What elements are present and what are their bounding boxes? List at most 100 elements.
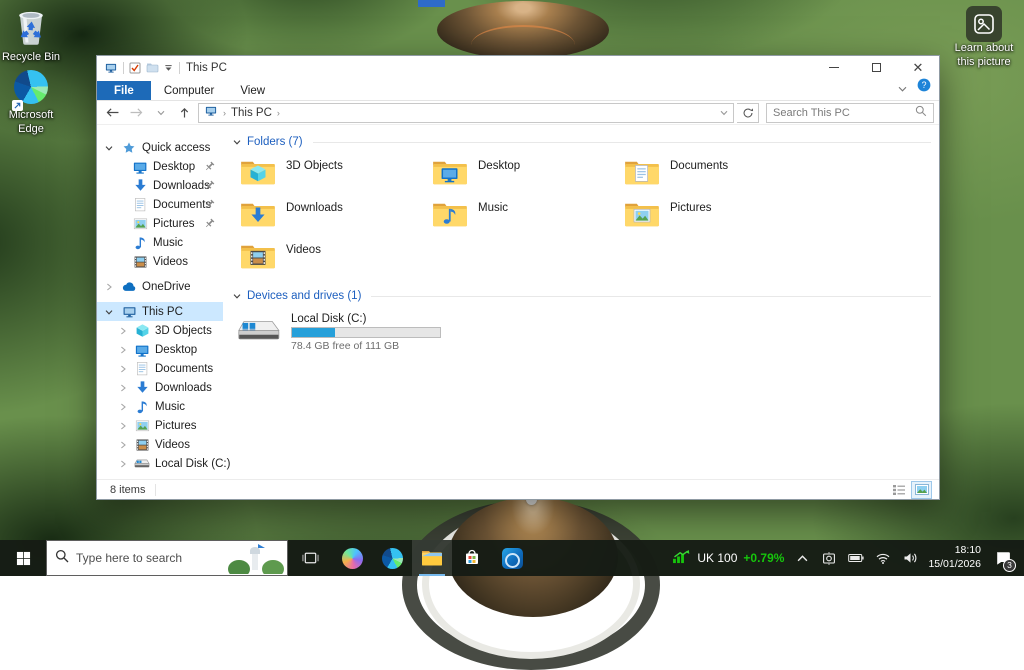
taskbar-app-outlook[interactable] [492, 540, 532, 576]
group-divider [313, 142, 931, 143]
search-icon [915, 104, 927, 122]
start-button[interactable] [0, 540, 46, 576]
taskbar-search-box[interactable] [46, 540, 288, 576]
tab-computer[interactable]: Computer [151, 81, 228, 100]
drive-tile-local-disk-c[interactable]: Local Disk (C:)78.4 GB free of 111 GB [237, 313, 931, 352]
sidebar-item-quick-access[interactable]: Quick access [97, 138, 223, 157]
sidebar-item-onedrive[interactable]: OneDrive [97, 277, 223, 296]
qat-customize-button[interactable] [164, 64, 173, 72]
chevron-right-icon[interactable] [118, 346, 128, 354]
sidebar-item-label: Documents [155, 363, 213, 375]
breadcrumb-location[interactable]: This PC [231, 107, 272, 119]
qat-new-folder-button[interactable] [146, 62, 159, 73]
folder-tile-3d-objects[interactable]: 3D Objects [239, 157, 431, 199]
minimize-button[interactable] [813, 56, 855, 79]
sidebar-item-this-pc[interactable]: This PC [97, 302, 223, 321]
sidebar-item-label: Desktop [153, 161, 195, 173]
sidebar-item-3d-objects[interactable]: 3D Objects [97, 321, 223, 340]
explorer-search-box[interactable] [766, 103, 934, 123]
close-button[interactable]: ✕ [897, 56, 939, 79]
back-button[interactable] [102, 103, 123, 123]
breadcrumb-chevron-icon[interactable]: › [277, 108, 280, 118]
taskbar-app-file-explorer[interactable] [412, 540, 452, 576]
sidebar-item-documents[interactable]: Documents [97, 359, 223, 378]
folder-tile-music[interactable]: Music [431, 199, 623, 241]
desktop-icon-microsoft-edge[interactable]: Microsoft Edge [0, 70, 64, 136]
group-header-folders-7[interactable]: Folders (7) [233, 133, 931, 151]
folder-tile-videos[interactable]: Videos [239, 241, 431, 283]
sidebar-item-videos[interactable]: Videos [97, 435, 223, 454]
learn-about-picture-button[interactable]: Learn about this picture [948, 6, 1020, 70]
help-icon[interactable]: ? [917, 78, 931, 97]
connect-device-icon[interactable] [820, 540, 838, 576]
window-titlebar[interactable]: This PC ✕ [97, 56, 939, 79]
folder-tile-downloads[interactable]: Downloads [239, 199, 431, 241]
sidebar-item-desktop[interactable]: Desktop [97, 340, 223, 359]
tab-file[interactable]: File [97, 81, 151, 100]
learn-about-label: Learn about this picture [948, 42, 1020, 70]
qat-this-pc-small-button[interactable] [104, 62, 118, 74]
stock-ticker-widget[interactable]: UK 100 +0.79% [672, 549, 784, 567]
wifi-icon[interactable] [874, 540, 892, 576]
hidden-icons-chevron[interactable] [793, 540, 811, 576]
taskbar-app-edge[interactable] [372, 540, 412, 576]
taskbar-app-store[interactable] [452, 540, 492, 576]
expand-ribbon-icon[interactable] [898, 79, 907, 97]
chevron-right-icon[interactable] [118, 422, 128, 430]
chevron-down-icon[interactable] [104, 308, 114, 316]
taskbar-app-copilot[interactable] [332, 540, 372, 576]
address-dropdown-icon[interactable] [720, 107, 728, 119]
maximize-icon [872, 63, 881, 72]
explorer-search-input[interactable] [773, 107, 915, 119]
recent-locations-dropdown[interactable] [150, 103, 171, 123]
folder-desktop-icon [431, 157, 469, 192]
forward-button[interactable] [126, 103, 147, 123]
sidebar-item-downloads[interactable]: Downloads [97, 378, 223, 397]
sidebar-item-pictures[interactable]: Pictures [97, 416, 223, 435]
sidebar-item-local-disk-c[interactable]: Local Disk (C:) [97, 454, 223, 473]
up-button[interactable] [174, 103, 195, 123]
task-view-button[interactable] [288, 540, 332, 576]
refresh-button[interactable] [737, 103, 759, 123]
qat-properties-button[interactable] [129, 62, 141, 74]
chevron-right-icon[interactable] [118, 441, 128, 449]
sidebar-item-pictures[interactable]: Pictures [97, 214, 223, 233]
sidebar-item-downloads[interactable]: Downloads [97, 176, 223, 195]
group-header-devices-and-drives-1[interactable]: Devices and drives (1) [233, 287, 931, 305]
details-view-button[interactable] [889, 482, 908, 498]
chevron-right-icon[interactable] [104, 283, 114, 291]
wallpaper-thatched-roof-top [437, 1, 609, 59]
address-bar[interactable]: › This PC › [198, 103, 734, 123]
sidebar-item-desktop[interactable]: Desktop [97, 157, 223, 176]
chevron-right-icon[interactable] [118, 460, 128, 468]
chevron-right-icon[interactable] [118, 365, 128, 373]
sidebar-item-videos[interactable]: Videos [97, 252, 223, 271]
chevron-down-icon[interactable] [104, 144, 114, 152]
sidebar-item-music[interactable]: Music [97, 233, 223, 252]
sidebar-item-documents[interactable]: Documents [97, 195, 223, 214]
chevron-right-icon[interactable] [118, 384, 128, 392]
sidebar-item-music[interactable]: Music [97, 397, 223, 416]
action-center-button[interactable]: 3 [990, 540, 1016, 576]
chevron-down-icon[interactable] [233, 287, 241, 305]
maximize-button[interactable] [855, 56, 897, 79]
desktop-icon-recycle-bin[interactable]: Recycle Bin [0, 6, 64, 65]
sidebar-item-label: Videos [155, 439, 190, 451]
chevron-right-icon[interactable] [118, 403, 128, 411]
hard-drive-icon [237, 313, 283, 352]
chevron-right-icon[interactable] [118, 327, 128, 335]
folder-tile-documents[interactable]: Documents [623, 157, 815, 199]
sidebar-item-label: Quick access [142, 142, 210, 154]
folder-tile-desktop[interactable]: Desktop [431, 157, 623, 199]
folder-tile-pictures[interactable]: Pictures [623, 199, 815, 241]
window-title: This PC [186, 62, 227, 74]
chevron-down-icon[interactable] [233, 133, 241, 151]
items-count: 8 items [110, 484, 145, 496]
close-icon: ✕ [913, 61, 924, 74]
large-icons-view-button[interactable] [912, 482, 931, 498]
battery-icon[interactable] [847, 540, 865, 576]
store-icon [463, 549, 481, 567]
taskbar-clock[interactable]: 18:10 15/01/2026 [928, 544, 981, 571]
tab-view[interactable]: View [227, 81, 278, 100]
volume-icon[interactable] [901, 540, 919, 576]
